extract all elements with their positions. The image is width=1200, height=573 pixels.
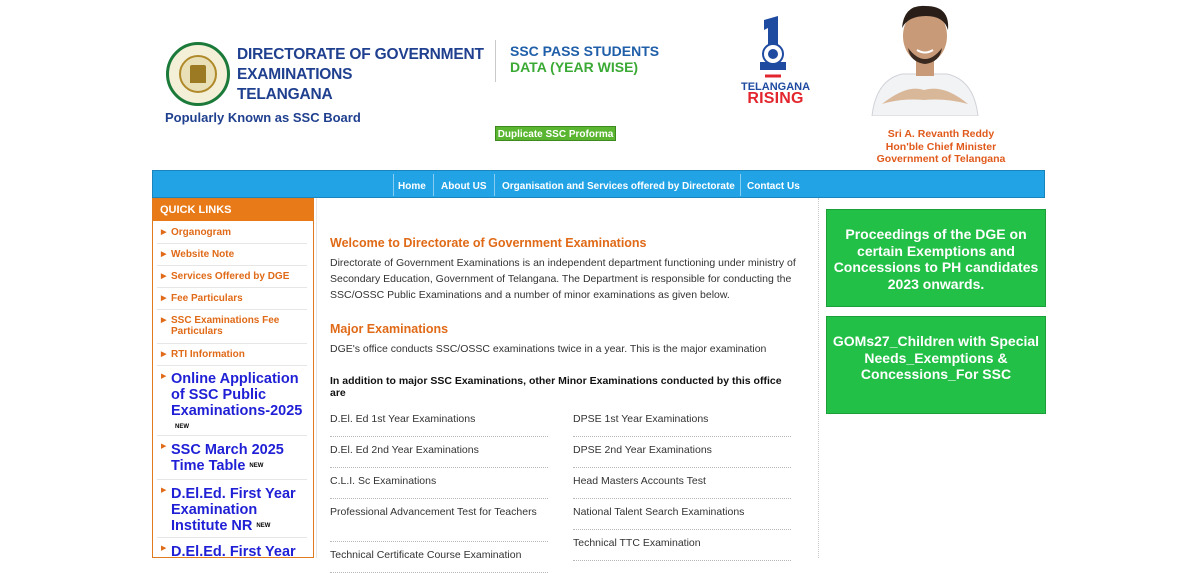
welcome-text: Directorate of Government Examinations i… (330, 257, 796, 301)
minor-exam-item: Professional Advancement Test for Teache… (330, 507, 548, 542)
quick-link-online-application[interactable]: ▶ Online Application of SSC Public Exami… (157, 369, 307, 436)
minor-exam-item: DPSE 1st Year Examinations (573, 414, 791, 437)
arrow-right-icon: ▶ (161, 373, 167, 380)
arrow-right-icon: ▶ (161, 545, 167, 552)
chief-minister-caption: Sri A. Revanth Reddy Hon'ble Chief Minis… (860, 128, 1022, 166)
major-exams-text: DGE's office conducts SSC/OSSC examinati… (330, 343, 767, 355)
rising-text: RISING (747, 90, 804, 107)
telangana-rising-logo (760, 16, 786, 78)
cm-govt-line: Government of Telangana (876, 153, 1006, 165)
quick-link-fee-particulars[interactable]: ▶ Fee Particulars (157, 289, 307, 310)
minor-exam-item: C.L.I. Sc Examinations (330, 476, 548, 499)
cm-name-line: Sri A. Revanth Reddy (887, 128, 995, 140)
nav-divider (433, 174, 434, 196)
dge-title-line: TELANGANA (237, 86, 333, 103)
major-exams-heading: Major Examinations (330, 322, 449, 336)
nav-about-us[interactable]: About US (441, 171, 487, 197)
telangana-emblem-logo (166, 42, 230, 106)
new-badge: NEW (175, 424, 189, 431)
ssc-data-year-wise-link[interactable]: DATA (YEAR WISE) (510, 59, 638, 75)
header-divider (495, 40, 496, 82)
main-navbar: Home About US Organisation and Services … (152, 170, 1045, 198)
nav-divider (740, 174, 741, 196)
arrow-right-icon: ▶ (161, 273, 167, 280)
duplicate-ssc-proforma-button[interactable]: Duplicate SSC Proforma (495, 126, 616, 141)
minor-exam-item: Technical Certificate Course Examination (330, 550, 548, 573)
dge-title: DIRECTORATE OF GOVERNMENT EXAMINATIONS T… (237, 45, 487, 105)
arrow-right-icon: ▶ (161, 351, 167, 358)
arrow-right-icon: ▶ (161, 443, 167, 450)
ssc-pass-students-link[interactable]: SSC PASS STUDENTS (510, 43, 659, 59)
dge-title-line: DIRECTORATE OF GOVERNMENT (237, 46, 484, 63)
quick-link-services[interactable]: ▶ Services Offered by DGE (157, 267, 307, 288)
arrow-right-icon: ▶ (161, 487, 167, 494)
quick-link-organogram[interactable]: ▶ Organogram (157, 223, 307, 244)
quick-links-panel: QUICK LINKS ▶ Organogram ▶ Website Note … (152, 198, 314, 561)
new-badge: NEW (249, 463, 264, 470)
minor-exam-item: Technical TTC Examination (573, 538, 791, 561)
nav-home[interactable]: Home (398, 171, 426, 197)
quick-links-title: QUICK LINKS (153, 199, 313, 221)
minor-exam-item: Head Masters Accounts Test (573, 476, 791, 499)
arrow-right-icon: ▶ (161, 229, 167, 236)
popular-name: Popularly Known as SSC Board (165, 110, 361, 125)
quick-link-ssc-time-table[interactable]: ▶ SSC March 2025 Time Table NEW (157, 439, 307, 480)
minor-exam-item: DPSE 2nd Year Examinations (573, 445, 791, 468)
main-content: Welcome to Directorate of Government Exa… (316, 198, 819, 573)
quick-link-ssc-fee-particulars[interactable]: ▶ SSC Examinations Fee Particulars (157, 311, 307, 344)
minor-exam-item: D.El. Ed 2nd Year Examinations (330, 445, 548, 468)
chief-minister-photo (862, 0, 987, 116)
cm-title-line: Hon'ble Chief Minister (885, 140, 997, 153)
dge-title-line: EXAMINATIONS (237, 66, 353, 83)
quick-link-deled-first-year[interactable]: ▶ D.El.Ed. First Year (157, 541, 307, 561)
minor-exam-item: National Talent Search Examinations (573, 507, 791, 530)
arrow-right-icon: ▶ (161, 295, 167, 302)
welcome-heading: Welcome to Directorate of Government Exa… (330, 236, 647, 250)
quick-link-deled-first-year-nr[interactable]: ▶ D.El.Ed. First Year Examination Instit… (157, 483, 307, 538)
nav-organisation-services[interactable]: Organisation and Services offered by Dir… (502, 171, 735, 197)
arrow-right-icon: ▶ (161, 317, 167, 324)
new-badge: NEW (256, 523, 271, 530)
minor-exams-intro: In addition to major SSC Examinations, o… (330, 375, 782, 399)
nav-contact-us[interactable]: Contact Us (747, 171, 800, 197)
nav-divider (494, 174, 495, 196)
ph-exemptions-proceedings-link[interactable]: Proceedings of the DGE on certain Exempt… (826, 209, 1046, 307)
quick-link-website-note[interactable]: ▶ Website Note (157, 245, 307, 266)
nav-divider (393, 174, 394, 196)
goms27-special-needs-link[interactable]: GOMs27_Children with Special Needs_Exemp… (826, 316, 1046, 414)
minor-exam-item: D.El. Ed 1st Year Examinations (330, 414, 548, 437)
arrow-right-icon: ▶ (161, 251, 167, 258)
quick-link-rti-information[interactable]: ▶ RTI Information (157, 345, 307, 366)
